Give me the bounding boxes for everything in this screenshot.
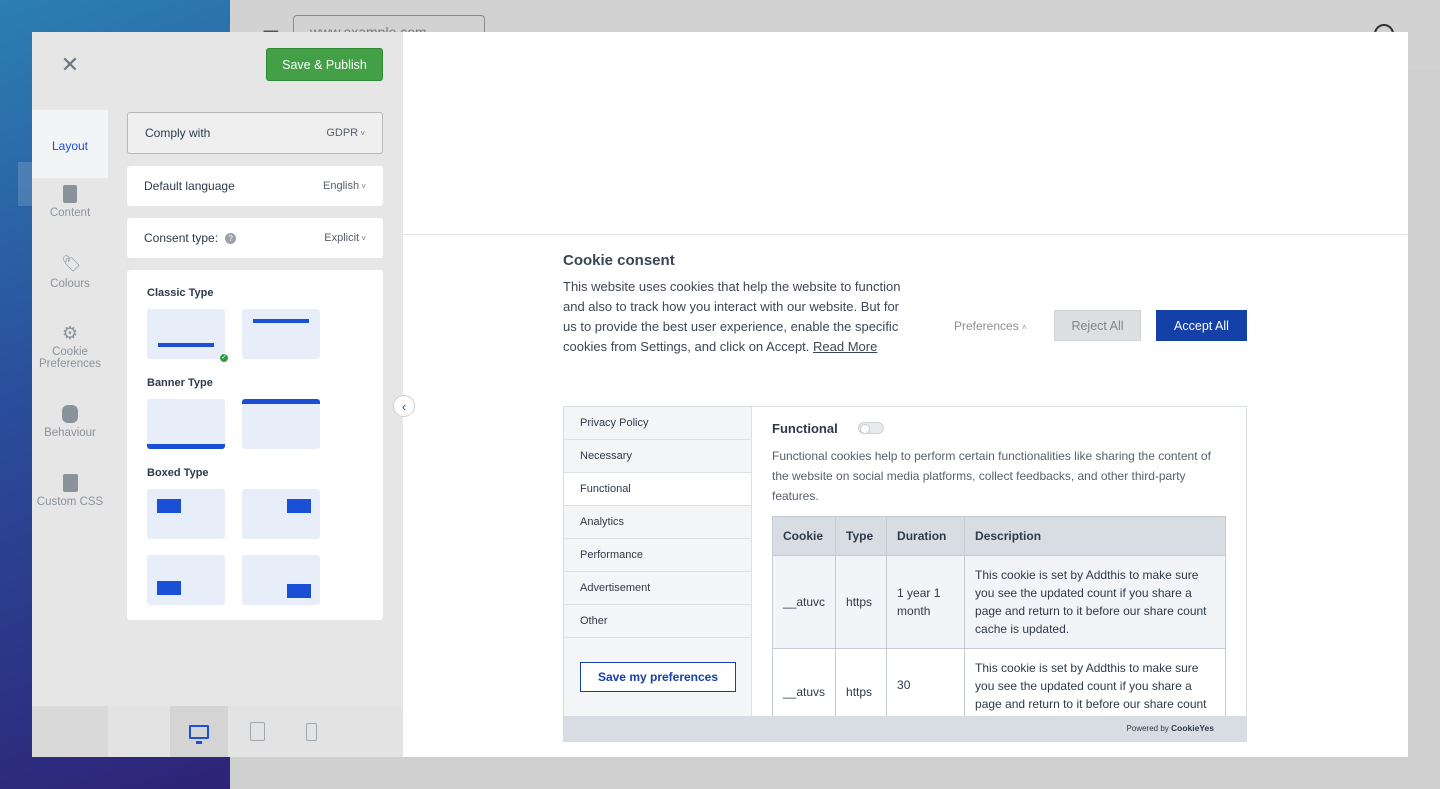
column-header: Description (964, 516, 1226, 556)
tablet-view-button[interactable] (228, 706, 286, 757)
classic-type-label: Classic Type (147, 287, 214, 299)
banner-editor: ✕ Layout Content 🏷 Colours ⚙ Cookie Pref… (32, 32, 403, 757)
read-more-link[interactable]: Read More (813, 339, 877, 354)
consent-value: Explicit (324, 232, 366, 244)
comply-value: GDPR (326, 127, 365, 139)
rail-item-label: Layout (51, 139, 89, 153)
rail-item-content[interactable]: Content (32, 185, 108, 247)
preferences-label: Preferences (954, 319, 1019, 333)
comply-with-select[interactable]: Comply with GDPR (127, 112, 383, 154)
layout-types-card: Classic Type ✓ Banner Type Boxed Type (127, 270, 383, 620)
layout-boxed-top-right[interactable] (242, 489, 320, 539)
layout-boxed-top-left[interactable] (147, 489, 225, 539)
comply-label: Comply with (145, 126, 211, 140)
table-row: __atuvc https 1 year 1 month This cookie… (771, 555, 1226, 649)
consent-label: Consent type: (144, 231, 219, 245)
rail-item-label: Behaviour (44, 427, 96, 439)
category-tabs: Privacy Policy Necessary Functional Anal… (564, 407, 752, 716)
language-value: English (323, 180, 366, 192)
chevron-left-icon: ‹ (401, 398, 407, 414)
powered-by-brand: CookieYes (1171, 723, 1214, 733)
layout-banner-bottom[interactable] (147, 399, 225, 449)
rail-item-colours[interactable]: 🏷 Colours (32, 256, 108, 318)
banner-description: This website uses cookies that help the … (563, 277, 915, 357)
language-label: Default language (144, 179, 235, 193)
cookie-table: Cookie Type Duration Description __atuvc… (771, 516, 1226, 716)
tab-privacy-policy[interactable]: Privacy Policy (564, 407, 751, 440)
save-publish-button[interactable]: Save & Publish (266, 48, 383, 81)
check-icon: ✓ (219, 353, 229, 363)
desktop-view-button[interactable] (170, 706, 228, 757)
document-icon (63, 185, 77, 203)
preference-center: Privacy Policy Necessary Functional Anal… (563, 406, 1247, 742)
table-cell: 30 (886, 648, 966, 716)
column-header: Duration (886, 516, 966, 556)
device-switcher (108, 706, 403, 757)
category-description: Functional cookies help to perform certa… (772, 449, 1211, 503)
tab-necessary[interactable]: Necessary (564, 440, 751, 473)
layout-classic-top[interactable] (242, 309, 320, 359)
layout-grid-icon (61, 118, 79, 136)
save-preferences-button[interactable]: Save my preferences (580, 662, 736, 692)
gear-icon: ⚙ (61, 323, 79, 343)
close-icon[interactable]: ✕ (32, 32, 108, 98)
rail-item-custom-css[interactable]: Custom CSS (32, 474, 108, 536)
table-cell: This cookie is set by Addthis to make su… (964, 648, 1226, 716)
rail-item-behaviour[interactable]: Behaviour (32, 405, 108, 467)
default-language-select[interactable]: Default language English (127, 166, 383, 206)
tab-analytics[interactable]: Analytics (564, 506, 751, 539)
toggle-icon (62, 405, 78, 423)
accept-all-button[interactable]: Accept All (1156, 310, 1247, 341)
banner-title: Cookie consent (563, 252, 675, 269)
powered-by: Powered by CookieYes (564, 716, 1246, 741)
functional-toggle[interactable] (858, 422, 884, 434)
layout-boxed-bottom-left[interactable] (147, 555, 225, 605)
table-cell: https (835, 555, 888, 649)
collapse-panel-button[interactable]: ‹ (393, 395, 415, 417)
background-highlight (18, 162, 32, 206)
rail-item-layout[interactable]: Layout (32, 110, 108, 178)
rail-item-label: Colours (50, 278, 90, 290)
background-bottom (230, 757, 1440, 789)
tablet-icon (249, 722, 265, 741)
layout-banner-top[interactable] (242, 399, 320, 449)
rail-item-label: Custom CSS (36, 496, 104, 508)
preferences-button[interactable]: Preferences ˄ (954, 319, 1027, 333)
rail-item-cookie-preferences[interactable]: ⚙ Cookie Preferences (32, 324, 108, 386)
table-cell: https (835, 648, 888, 716)
mobile-view-button[interactable] (282, 706, 340, 757)
reject-all-button[interactable]: Reject All (1054, 310, 1141, 341)
cookie-banner: Cookie consent This website uses cookies… (403, 234, 1408, 757)
editor-panel: Save & Publish Comply with GDPR Default … (108, 32, 403, 706)
table-cell: This cookie is set by Addthis to make su… (964, 555, 1226, 649)
tab-advertisement[interactable]: Advertisement (564, 572, 751, 605)
rail-item-label: Content (49, 207, 91, 219)
column-header: Type (835, 516, 888, 556)
table-cell: __atuvs (771, 648, 837, 716)
editor-rail: ✕ Layout Content 🏷 Colours ⚙ Cookie Pref… (32, 32, 108, 706)
table-cell: 1 year 1 month (886, 555, 966, 649)
boxed-type-label: Boxed Type (147, 467, 209, 479)
tab-performance[interactable]: Performance (564, 539, 751, 572)
phone-icon (305, 722, 317, 741)
powered-by-prefix: Powered by (1126, 724, 1169, 733)
tab-functional[interactable]: Functional (564, 473, 751, 506)
layout-classic-bottom[interactable]: ✓ (147, 309, 229, 363)
consent-type-select[interactable]: Consent type:? Explicit (127, 218, 383, 258)
table-cell: __atuvc (771, 555, 837, 649)
table-row: __atuvs https 30 This cookie is set by A… (771, 648, 1226, 716)
category-title: Functional (772, 421, 838, 436)
css-file-icon (62, 474, 78, 492)
column-header: Cookie (771, 516, 837, 556)
layout-boxed-bottom-right[interactable] (242, 555, 320, 605)
tab-other[interactable]: Other (564, 605, 751, 638)
rail-item-label: Cookie Preferences (38, 346, 101, 370)
desktop-icon (189, 724, 209, 744)
help-icon[interactable]: ? (225, 233, 237, 245)
banner-preview: Cookie consent This website uses cookies… (403, 32, 1408, 757)
banner-type-label: Banner Type (147, 377, 213, 389)
chevron-up-icon: ˄ (1022, 323, 1027, 332)
tag-icon: 🏷 (61, 256, 82, 273)
category-content: Functional Functional cookies help to pe… (752, 407, 1246, 716)
